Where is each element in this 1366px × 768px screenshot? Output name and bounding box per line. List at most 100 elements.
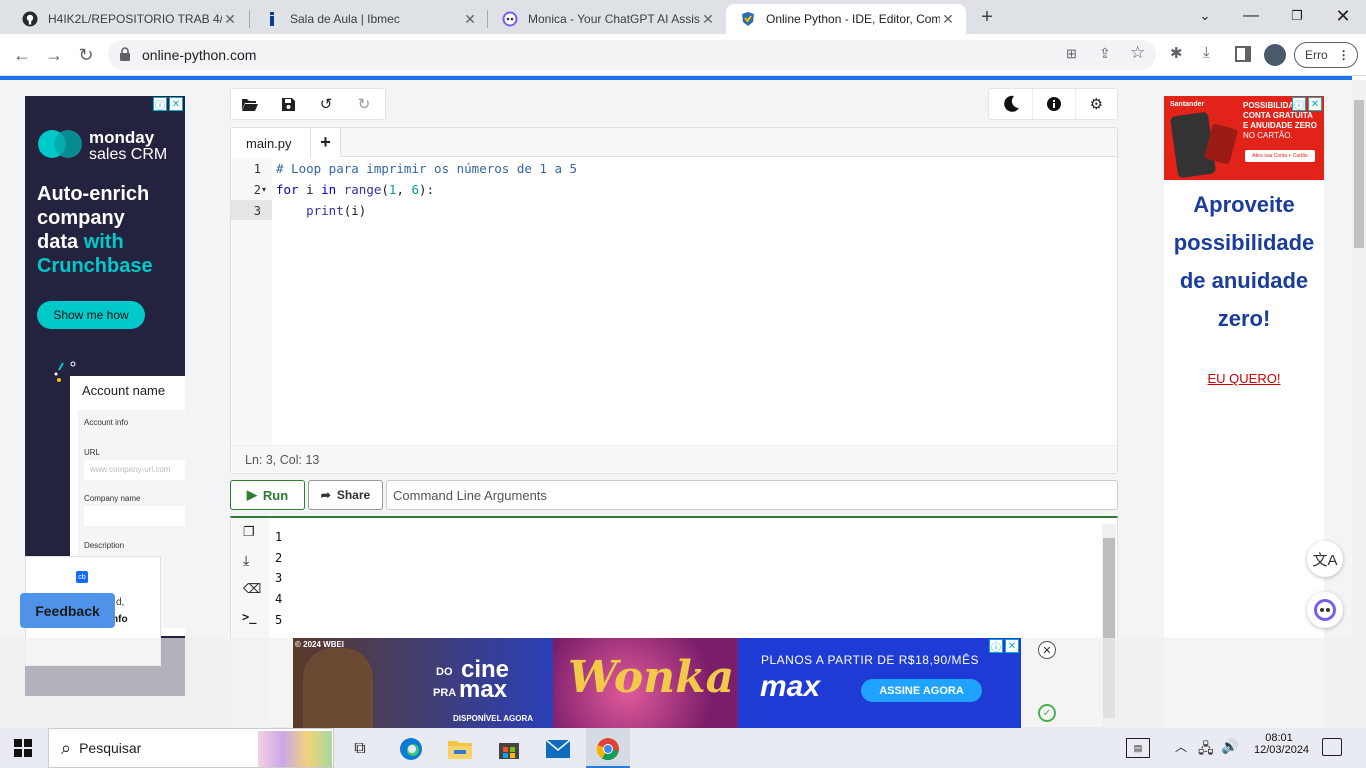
bookmark-star-icon[interactable]: ☆ (1130, 43, 1148, 62)
forward-button[interactable]: → (40, 41, 68, 69)
side-panel-icon[interactable] (1235, 46, 1251, 62)
share-label: Share (336, 488, 371, 502)
share-icon[interactable]: ⇪ (1099, 45, 1117, 63)
download-icon[interactable]: ⤓ (1203, 44, 1221, 62)
address-bar[interactable] (108, 40, 1156, 70)
line-number: 3 (253, 204, 261, 218)
close-ad-overlay-icon[interactable]: ✕ (1038, 641, 1056, 659)
minimize-button[interactable]: — (1231, 4, 1271, 28)
news-widget-icon[interactable]: ▤ (1126, 738, 1150, 758)
windows-start-icon[interactable] (14, 739, 32, 757)
monica-float-icon[interactable] (1307, 592, 1343, 628)
open-folder-icon[interactable] (231, 89, 269, 119)
new-tab-button[interactable]: + (976, 6, 998, 28)
company-name-field (84, 506, 185, 526)
share-button[interactable]: ➦ Share (308, 480, 383, 510)
show-hidden-icons-chevron-icon[interactable]: ︿ (1175, 738, 1187, 755)
avatar[interactable] (1264, 44, 1286, 66)
code-editor[interactable] (230, 127, 1118, 474)
wonka-title: Wonka (568, 652, 735, 703)
eu-quero-link[interactable]: EU QUERO! (1164, 371, 1324, 386)
code-line-3[interactable]: print(i) (276, 203, 366, 218)
settings-gears-icon[interactable]: ⚙ (1074, 89, 1117, 119)
browser-tab-ibmec[interactable]: Sala de Aula | Ibmec ✕ (250, 4, 488, 34)
close-tab-icon[interactable]: ✕ (940, 11, 956, 28)
file-explorer-icon[interactable] (446, 735, 474, 763)
redo-icon[interactable]: ↻ (345, 89, 383, 119)
output-line: 5 (275, 613, 283, 627)
bottom-ad-banner[interactable]: © 2024 WBEI DO cine PRA max DISPONÍVEL A… (293, 638, 1021, 728)
extensions-icon[interactable]: ✱ (1170, 44, 1188, 62)
translate-icon[interactable]: ⊞ (1066, 46, 1084, 64)
headline-accent: with (83, 231, 124, 253)
feedback-button[interactable]: Feedback (20, 593, 115, 628)
mail-icon[interactable] (544, 735, 572, 763)
show-me-how-button[interactable]: Show me how (37, 301, 145, 329)
dark-mode-icon[interactable] (989, 89, 1032, 119)
browser-tab-github[interactable]: H4IK2L/REPOSITORIO TRAB 4/C ✕ (8, 4, 248, 34)
output-line: 2 (275, 551, 283, 565)
ad-plans: PLANOS A PARTIR DE R$18,90/MÊS (761, 653, 979, 667)
url-text[interactable]: online-python.com (142, 47, 256, 63)
notifications-icon[interactable] (1322, 738, 1342, 756)
volume-icon[interactable]: 🔊 (1221, 738, 1238, 755)
chrome-icon[interactable] (594, 735, 622, 763)
restore-button[interactable]: ❐ (1277, 4, 1317, 28)
close-tab-icon[interactable]: ✕ (700, 11, 716, 28)
add-file-button[interactable]: + (311, 128, 341, 157)
run-button[interactable]: ▶ Run (230, 480, 305, 510)
right-ad-banner[interactable]: Santander POSSIBILIDADE CONTA GRATUITA E… (1164, 96, 1324, 728)
url-label: URL (84, 448, 101, 457)
code-text: print(i) (306, 203, 367, 218)
ad-close-icon[interactable]: ✕ (1308, 97, 1322, 111)
ad-copyright: © 2024 WBEI (295, 640, 345, 649)
reload-button[interactable]: ↻ (72, 41, 100, 69)
ad-info-icon[interactable]: ⓘ (153, 97, 167, 112)
banner-line: NO CARTÃO. (1243, 131, 1293, 140)
task-view-icon[interactable]: ⧉ (346, 735, 374, 763)
lock-icon[interactable] (119, 47, 133, 63)
ad-close-icon[interactable]: ✕ (169, 97, 183, 111)
eraser-icon[interactable]: ⌫ (243, 581, 261, 597)
save-icon[interactable] (269, 89, 307, 119)
page-scrollbar-thumb[interactable] (1354, 100, 1364, 248)
browser-tab-monica[interactable]: Monica - Your ChatGPT AI Assist ✕ (488, 4, 726, 34)
tab-search-icon[interactable]: ⌄ (1185, 4, 1225, 28)
close-window-button[interactable]: ✕ (1323, 4, 1363, 28)
terminal-icon[interactable]: >_ (242, 610, 256, 624)
ad-close-icon[interactable]: ✕ (1005, 639, 1019, 653)
close-tab-icon[interactable]: ✕ (462, 11, 478, 28)
profile-error-button[interactable]: Erro ⋮ (1294, 42, 1358, 68)
undo-icon[interactable]: ↺ (307, 89, 345, 119)
back-button[interactable]: ← (8, 41, 36, 69)
clock-date: 12/03/2024 (1254, 744, 1310, 756)
santander-logo: Santander (1170, 101, 1205, 108)
assine-agora-button[interactable]: ASSINE AGORA (861, 679, 982, 702)
output-line: 4 (275, 592, 283, 606)
info-icon[interactable] (1032, 89, 1074, 119)
store-icon[interactable] (495, 735, 523, 763)
ad-choice-icon[interactable]: ✓ (1038, 704, 1056, 722)
command-line-arguments-input[interactable]: Command Line Arguments (386, 480, 1118, 510)
network-icon[interactable]: 🖧 (1198, 738, 1214, 762)
cursor-position: Ln: 3, Col: 13 (245, 453, 320, 467)
taskbar-clock[interactable]: 08:01 12/03/2024 (1254, 732, 1310, 756)
fold-arrow-icon[interactable]: ▾ (262, 185, 266, 194)
ad-info-icon[interactable]: ⓘ (1292, 97, 1306, 112)
ad-info-icon[interactable]: ⓘ (989, 639, 1003, 654)
edge-icon[interactable] (397, 735, 425, 763)
close-tab-icon[interactable]: ✕ (222, 11, 238, 28)
headline-line: Auto-enrich (37, 183, 150, 205)
copy-icon[interactable]: ❐ (243, 524, 255, 540)
download-output-icon[interactable]: ⤓ (243, 552, 249, 569)
browser-tab-online-python[interactable]: Online Python - IDE, Editor, Com ✕ (726, 4, 966, 34)
santander-cta-button[interactable]: Abra sua Conta + Cartão (1245, 150, 1315, 162)
code-line-2[interactable]: for i in range(1, 6): (276, 182, 434, 197)
file-toolbar: ↺ ↻ (230, 88, 386, 120)
translate-float-icon[interactable]: 文A (1307, 541, 1343, 577)
crunchbase-icon: cb (76, 571, 88, 583)
editor-status-bar (231, 445, 1117, 473)
code-line-1[interactable]: # Loop para imprimir os números de 1 a 5 (276, 161, 577, 176)
company-name-label: Company name (84, 494, 141, 503)
file-tab-main[interactable]: main.py (231, 128, 311, 158)
